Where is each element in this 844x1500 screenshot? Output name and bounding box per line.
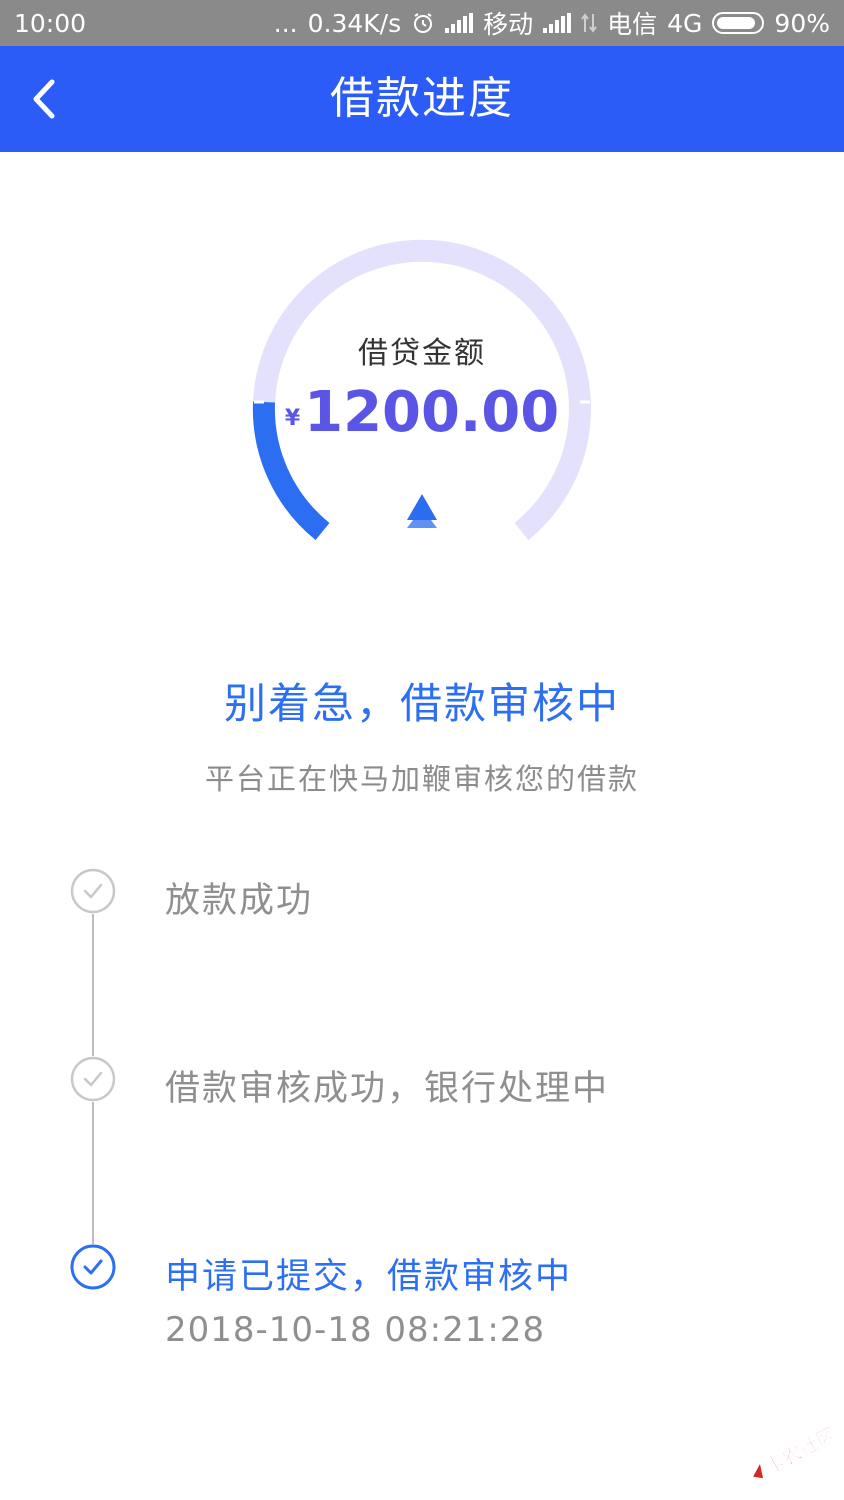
timeline-connector xyxy=(92,914,94,1056)
check-circle-icon xyxy=(70,1056,116,1102)
page-title: 借款进度 xyxy=(330,73,514,124)
battery-icon xyxy=(712,12,765,34)
timeline-item-label-active: 申请已提交，借款审核中 xyxy=(165,1257,573,1297)
watermark-text: 卡农社区 xyxy=(762,1423,840,1479)
amount-value: 1200.00 xyxy=(304,380,560,445)
watermark-logo: 卡农社区 xyxy=(753,1423,840,1479)
network-type: 4G xyxy=(667,8,703,38)
notification-dots: ... xyxy=(273,8,298,38)
carrier-2: 电信 xyxy=(607,10,658,39)
data-transfer-icon xyxy=(581,13,597,33)
status-subtitle: 平台正在快马加鞭审核您的借款 xyxy=(204,762,639,796)
status-right: ... 0.34K/s 移动 电信 4G 90% xyxy=(274,5,830,41)
battery-percent: 90% xyxy=(774,8,830,38)
app-header: 借款进度 xyxy=(0,46,844,152)
network-speed: 0.34K/s xyxy=(307,8,402,38)
status-time: 10:00 xyxy=(14,8,87,38)
gauge-pointer-icon xyxy=(407,494,437,528)
currency-symbol: ¥ xyxy=(284,406,301,431)
check-circle-active-icon xyxy=(70,1244,116,1290)
timeline-item-label: 借款审核成功，银行处理中 xyxy=(165,1069,610,1109)
gauge-label: 借贷金额 xyxy=(358,336,486,371)
loan-amount: ¥1200.00 xyxy=(0,380,844,445)
signal-icon-2 xyxy=(543,13,572,33)
timeline-connector xyxy=(92,1102,94,1244)
status-bar: 10:00 ... 0.34K/s 移动 电信 4G 90% xyxy=(0,0,844,46)
signal-icon-1 xyxy=(445,13,474,33)
check-circle-icon xyxy=(70,868,116,914)
status-title: 别着急，借款审核中 xyxy=(223,679,620,728)
timeline-item-label: 放款成功 xyxy=(165,881,314,921)
timeline-item-time: 2018-10-18 08:21:28 xyxy=(165,1310,546,1350)
alarm-icon xyxy=(414,13,433,33)
carrier-1: 移动 xyxy=(483,10,534,39)
